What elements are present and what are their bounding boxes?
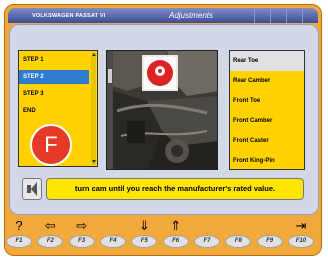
- arrow-right-icon: ⇨: [76, 218, 88, 233]
- fkey-label: F5: [131, 235, 158, 248]
- empty-icon: [104, 218, 122, 234]
- fkey-f9[interactable]: F9: [255, 218, 283, 248]
- instruction-message: turn cam until you reach the manufacture…: [46, 178, 304, 200]
- speaker-icon[interactable]: [22, 178, 42, 200]
- fkey-label: F9: [256, 235, 283, 248]
- fkey-f10[interactable]: ⇥ F10: [286, 218, 314, 248]
- title-bar: VOLKSWAGEN PASSAT VI Adjustments: [8, 8, 318, 23]
- step-item[interactable]: STEP 3: [19, 87, 89, 101]
- title-segment: [286, 8, 302, 23]
- adjustment-item-front-king-pin[interactable]: Front King-Pin: [230, 151, 304, 171]
- adjustment-item-front-toe[interactable]: Front Toe: [230, 91, 304, 111]
- help-icon: ?: [15, 218, 23, 233]
- arrow-left-icon: ⇦: [44, 218, 56, 233]
- adjustment-item-rear-toe[interactable]: Rear Toe: [230, 51, 304, 71]
- list-down-icon: ⇓: [138, 218, 150, 233]
- fkey-f7[interactable]: F7: [192, 218, 220, 248]
- fkey-label: F1: [6, 235, 32, 248]
- title-segment: [254, 8, 270, 23]
- function-key-bar: ? F1 ⇦ F2 ⇨ F3 F4 ⇓ F5 ⇑ F6 F7 F8 F9 ⇥ F…: [4, 218, 314, 248]
- title-segment: [302, 8, 318, 23]
- adjustment-list[interactable]: Rear Toe Rear Camber Front Toe Front Cam…: [229, 50, 305, 170]
- vehicle-name: VOLKSWAGEN PASSAT VI: [32, 12, 106, 19]
- step-item[interactable]: END: [19, 104, 89, 118]
- scroll-up-icon[interactable]: [91, 53, 96, 56]
- fkey-label: F2: [37, 235, 64, 248]
- steps-scrollbar[interactable]: [91, 52, 96, 165]
- adjustment-item-rear-camber[interactable]: Rear Camber: [230, 71, 304, 91]
- exit-icon: ⇥: [295, 218, 307, 233]
- fkey-label: F7: [193, 235, 220, 248]
- adjustment-item-front-camber[interactable]: Front Camber: [230, 111, 304, 131]
- empty-icon: [198, 218, 216, 234]
- screen-title: Adjustments: [168, 11, 214, 20]
- title-segment: [270, 8, 286, 23]
- photo-scroll-thumb[interactable]: [108, 69, 112, 83]
- list-up-icon: ⇑: [170, 218, 182, 233]
- fkey-f8[interactable]: F8: [223, 218, 252, 248]
- fkey-f6[interactable]: ⇑ F6: [161, 218, 189, 248]
- fkey-f3[interactable]: ⇨ F3: [67, 218, 95, 248]
- photo-scrollbar[interactable]: [107, 51, 113, 169]
- adjustment-photo: [106, 50, 218, 170]
- fkey-label: F6: [162, 235, 189, 248]
- fkey-f1[interactable]: ? F1: [4, 218, 32, 248]
- fkey-label: F8: [225, 235, 252, 248]
- fkey-label: F4: [99, 235, 126, 248]
- fkey-label: F10: [287, 235, 314, 248]
- step-item[interactable]: STEP 2: [19, 70, 89, 84]
- adjustment-item-front-caster[interactable]: Front Caster: [230, 131, 304, 151]
- fkey-label: F3: [68, 235, 95, 248]
- scroll-down-icon[interactable]: [91, 160, 96, 163]
- fkey-f5[interactable]: ⇓ F5: [129, 218, 158, 248]
- empty-icon: [261, 218, 279, 234]
- empty-icon: [229, 218, 247, 234]
- step-letter-badge: F: [30, 124, 72, 166]
- fkey-f4[interactable]: F4: [98, 218, 126, 248]
- step-item[interactable]: STEP 1: [19, 53, 89, 67]
- engine-photo-image: [107, 51, 217, 169]
- fkey-f2[interactable]: ⇦ F2: [35, 218, 64, 248]
